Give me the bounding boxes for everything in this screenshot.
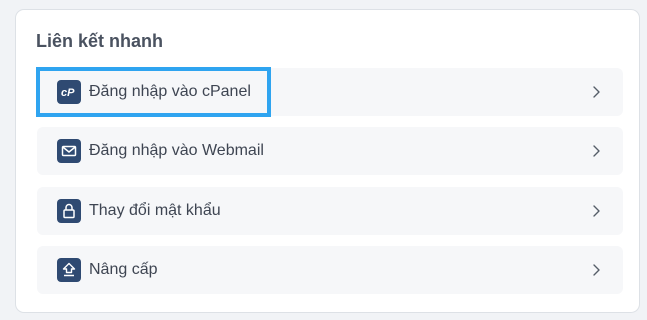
- quick-link-label: Nâng cấp: [89, 261, 158, 278]
- chevron-right-icon: [593, 145, 600, 157]
- quick-link-label: Thay đổi mật khẩu: [89, 202, 221, 219]
- lock-icon: [57, 199, 81, 223]
- quick-link-label: Đăng nhập vào Webmail: [89, 142, 264, 159]
- upload-icon: [57, 258, 81, 282]
- quick-link-webmail[interactable]: Đăng nhập vào Webmail: [37, 127, 623, 175]
- envelope-icon: [57, 139, 81, 163]
- focus-highlight: [36, 67, 271, 117]
- chevron-right-icon: [593, 86, 600, 98]
- quick-link-change-password[interactable]: Thay đổi mật khẩu: [37, 187, 623, 235]
- quick-link-upgrade[interactable]: Nâng cấp: [37, 246, 623, 294]
- chevron-right-icon: [593, 205, 600, 217]
- quick-links-card: Liên kết nhanh cP Đăng nhập vào cPanel Đ…: [15, 9, 640, 313]
- chevron-right-icon: [593, 264, 600, 276]
- quick-links-title: Liên kết nhanh: [36, 31, 164, 51]
